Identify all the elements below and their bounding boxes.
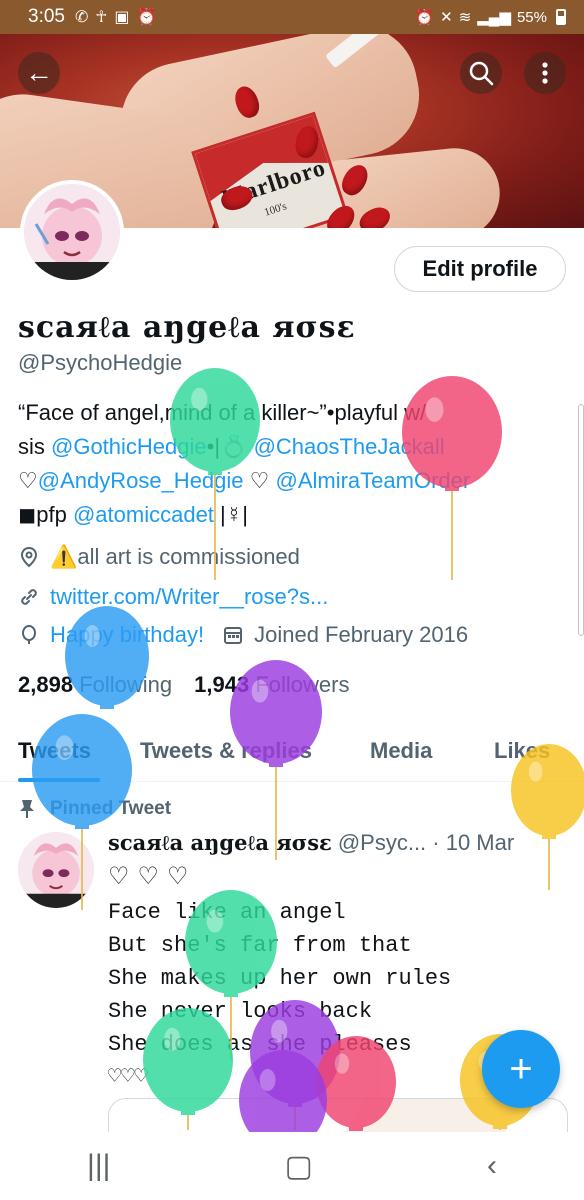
- tweet-line: ♡♡♡: [108, 1065, 148, 1090]
- mention-link[interactable]: @AndyRose_Hedgie: [38, 468, 244, 493]
- followers-count: 1,943: [194, 672, 250, 697]
- following-label: Following: [79, 672, 173, 697]
- tweet-avatar[interactable]: [18, 832, 94, 908]
- profile-avatar[interactable]: [20, 180, 124, 284]
- mention-link[interactable]: @GothicHedgie: [51, 434, 207, 459]
- battery-icon: [556, 9, 566, 25]
- tab-tweets-replies[interactable]: Tweets & replies: [140, 738, 312, 764]
- location-pin-icon: [20, 546, 38, 568]
- status-bar: 3:05 ✆ ☥ ▣ ⏰ ⏰ ✕ ≋ ▂▄▆ 55%: [0, 0, 584, 34]
- profile-tabs: Tweets Tweets & replies Media Likes: [0, 720, 584, 782]
- alarm-icon: ⏰: [415, 9, 435, 26]
- follow-stats: 2,898 Following 1,943 Followers: [18, 672, 349, 698]
- more-options-button[interactable]: [524, 52, 566, 94]
- calendar-icon: [224, 627, 243, 644]
- messenger-icon: ✆: [74, 9, 89, 26]
- home-icon[interactable]: ▢: [285, 1149, 313, 1184]
- tweet-line: She makes up her own rules: [108, 966, 452, 991]
- tweet-text[interactable]: Face like an angel But she's far from th…: [108, 896, 451, 1094]
- tweet-line: She does as she pleases: [108, 1032, 412, 1057]
- edit-profile-button[interactable]: Edit profile: [394, 246, 566, 292]
- following-stat[interactable]: 2,898 Following: [18, 672, 172, 698]
- bio-text: sis: [18, 434, 51, 459]
- pinned-label-row: Pinned Tweet: [18, 798, 171, 820]
- system-nav-bar: ||| ▢ ‹: [0, 1132, 584, 1200]
- display-name: scaяℓa aŋgeℓa яσsɛ: [18, 310, 356, 345]
- tweet-line: Face like an angel: [108, 900, 346, 925]
- pinned-label: Pinned Tweet: [50, 798, 172, 819]
- mention-link[interactable]: @AlmiraTeamOrder: [275, 468, 470, 493]
- back-nav-icon[interactable]: ‹: [487, 1149, 497, 1183]
- pin-icon: [20, 800, 34, 818]
- search-button[interactable]: [460, 52, 502, 94]
- bio-text: ♡: [243, 468, 276, 493]
- scrollbar[interactable]: [578, 404, 584, 636]
- tab-likes[interactable]: Likes: [494, 738, 550, 764]
- tweet-hearts: ♡♡♡: [108, 863, 197, 890]
- search-icon: [469, 61, 494, 86]
- profile-bio: “Face of angel,mind of a killer~”•playfu…: [18, 396, 566, 532]
- twitch-icon: ▣: [114, 9, 130, 26]
- back-button[interactable]: ←: [18, 52, 60, 94]
- more-vertical-icon: [542, 62, 548, 84]
- tweet-header: scaяℓa aŋgeℓa яσsɛ @Psyc... · 10 Mar: [108, 830, 514, 856]
- tweet-handle-time: @Psyc... · 10 Mar: [337, 830, 515, 855]
- wifi-icon: ≋: [458, 9, 472, 26]
- website-row: twitter.com/Writer__rose?s...: [18, 584, 328, 610]
- ankh-icon: ☥: [95, 9, 108, 26]
- link-icon: [21, 589, 37, 605]
- location-row: ⚠️all art is commissioned: [18, 544, 300, 570]
- joined-text: Joined February 2016: [254, 622, 469, 647]
- mention-link[interactable]: @ChaosTheJackall: [254, 434, 445, 459]
- bio-text: “Face of angel,mind of a killer~”•playfu…: [18, 400, 427, 425]
- system-icons: ⏰ ✕ ≋ ▂▄▆ 55%: [415, 8, 566, 26]
- tab-tweets[interactable]: Tweets: [18, 738, 91, 764]
- notification-icons: ✆ ☥ ▣ ⏰: [75, 7, 156, 27]
- tweet-line: She never looks back: [108, 999, 373, 1024]
- signal-icon: ▂▄▆: [477, 9, 511, 26]
- mute-icon: ✕: [440, 9, 453, 26]
- plus-icon: +: [509, 1046, 533, 1091]
- location-text: ⚠️all art is commissioned: [50, 544, 300, 569]
- website-link[interactable]: twitter.com/Writer__rose?s...: [50, 584, 328, 610]
- following-count: 2,898: [18, 672, 74, 697]
- followers-stat[interactable]: 1,943 Followers: [194, 672, 349, 698]
- alarm-icon: ⏰: [136, 9, 157, 26]
- birthday-joined-row: Happy birthday! Joined February 2016: [18, 622, 468, 648]
- avatar-illustration: [18, 832, 94, 908]
- mention-link[interactable]: @atomiccadet: [73, 502, 214, 527]
- active-tab-indicator: [18, 778, 100, 782]
- tweet-line: But she's far from that: [108, 933, 412, 958]
- birthday-text[interactable]: Happy birthday!: [50, 622, 204, 648]
- tab-media[interactable]: Media: [370, 738, 432, 764]
- bio-text: |☿|: [213, 502, 248, 527]
- avatar-illustration: [24, 184, 120, 280]
- status-time: 3:05: [28, 6, 65, 27]
- recent-apps-icon[interactable]: |||: [87, 1149, 110, 1183]
- back-arrow-icon: ←: [25, 57, 53, 88]
- tweet-author-name[interactable]: scaяℓa aŋgeℓa яσsɛ: [108, 830, 332, 855]
- bio-text: ♡: [18, 468, 38, 493]
- compose-tweet-button[interactable]: +: [482, 1030, 560, 1108]
- battery-percent: 55%: [516, 8, 547, 26]
- balloon-icon: [22, 625, 36, 644]
- profile-handle: @PsychoHedgie: [18, 350, 183, 375]
- followers-label: Followers: [255, 672, 350, 697]
- pack-sub: 100's: [262, 200, 289, 219]
- bio-text: ◼pfp: [18, 502, 73, 527]
- bio-text: •|💍: [206, 434, 254, 459]
